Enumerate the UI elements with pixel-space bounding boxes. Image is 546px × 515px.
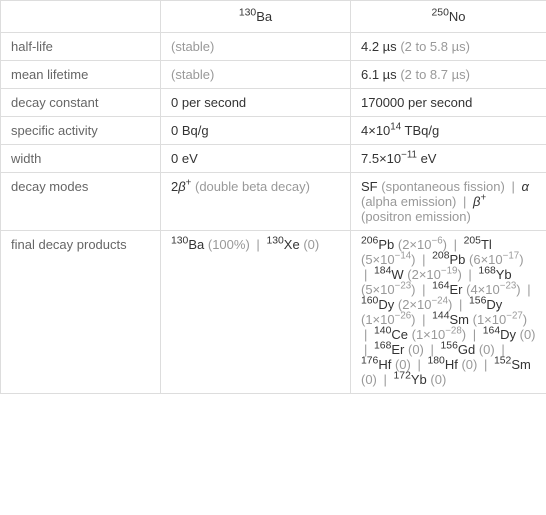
separator: | bbox=[484, 357, 487, 372]
label-mean-lifetime: mean lifetime bbox=[1, 61, 161, 89]
isotope: 156Gd bbox=[441, 342, 476, 357]
decay-modes-ba: 2β+ (double beta decay) bbox=[161, 173, 351, 231]
isotope-fraction: (0) bbox=[361, 372, 377, 387]
isotope: 160Dy bbox=[361, 297, 394, 312]
isotope-fraction: (6×10−17) bbox=[469, 252, 524, 267]
row-final-decay-products: final decay products 130Ba (100%) | 130X… bbox=[1, 231, 546, 394]
specific-activity-ba: 0 Bq/g bbox=[161, 117, 351, 145]
row-specific-activity: specific activity 0 Bq/g 4×1014 TBq/g bbox=[1, 117, 546, 145]
isotope-fraction: (0) bbox=[461, 357, 477, 372]
label-final-decay-products: final decay products bbox=[1, 231, 161, 394]
mean-lifetime-ba: (stable) bbox=[161, 61, 351, 89]
isotope: 152Sm bbox=[494, 357, 531, 372]
isotope: 172Yb bbox=[394, 372, 427, 387]
label-half-life: half-life bbox=[1, 33, 161, 61]
isotope-fraction: (0) bbox=[479, 342, 495, 357]
header-empty bbox=[1, 1, 161, 33]
decay-modes-no: SF (spontaneous fission) | α (alpha emis… bbox=[351, 173, 546, 231]
separator: | bbox=[459, 297, 462, 312]
width-no: 7.5×10−11 eV bbox=[351, 145, 546, 173]
isotope-properties-table: 130Ba 250No half-life (stable) 4.2 µs (2… bbox=[0, 0, 546, 394]
isotope-fraction: (0) bbox=[520, 327, 536, 342]
mean-lifetime-no: 6.1 µs (2 to 8.7 µs) bbox=[351, 61, 546, 89]
isotope-fraction: (1×10−28) bbox=[412, 327, 467, 342]
final-decay-products-no: 206Pb (2×10−6) | 205Tl (5×10−14) | 208Pb… bbox=[351, 231, 546, 394]
half-life-ba: (stable) bbox=[161, 33, 351, 61]
label-decay-constant: decay constant bbox=[1, 89, 161, 117]
label-specific-activity: specific activity bbox=[1, 117, 161, 145]
isotope: 205Tl bbox=[464, 237, 492, 252]
decay-constant-no: 170000 per second bbox=[351, 89, 546, 117]
separator: | bbox=[422, 282, 425, 297]
no-symbol: No bbox=[449, 9, 466, 24]
row-width: width 0 eV 7.5×10−11 eV bbox=[1, 145, 546, 173]
separator: | bbox=[454, 237, 457, 252]
isotope: 164Dy bbox=[483, 327, 516, 342]
isotope: 206Pb bbox=[361, 237, 394, 252]
isotope-fraction: (0) bbox=[408, 342, 424, 357]
header-no: 250No bbox=[351, 1, 546, 33]
isotope: 180Hf bbox=[428, 357, 458, 372]
header-row: 130Ba 250No bbox=[1, 1, 546, 33]
separator: | bbox=[417, 357, 420, 372]
row-decay-modes: decay modes 2β+ (double beta decay) SF (… bbox=[1, 173, 546, 231]
ba-symbol: Ba bbox=[256, 9, 272, 24]
row-mean-lifetime: mean lifetime (stable) 6.1 µs (2 to 8.7 … bbox=[1, 61, 546, 89]
separator: | bbox=[473, 327, 476, 342]
no-mass: 250 bbox=[432, 8, 449, 19]
final-decay-products-ba: 130Ba (100%) | 130Xe (0) bbox=[161, 231, 351, 394]
separator: | bbox=[468, 267, 471, 282]
separator: | bbox=[364, 327, 367, 342]
decay-constant-ba: 0 per second bbox=[161, 89, 351, 117]
label-width: width bbox=[1, 145, 161, 173]
separator: | bbox=[422, 312, 425, 327]
row-decay-constant: decay constant 0 per second 170000 per s… bbox=[1, 89, 546, 117]
half-life-no: 4.2 µs (2 to 5.8 µs) bbox=[351, 33, 546, 61]
isotope: 156Dy bbox=[469, 297, 502, 312]
isotope-fraction: (0) bbox=[430, 372, 446, 387]
width-ba: 0 eV bbox=[161, 145, 351, 173]
specific-activity-no: 4×1014 TBq/g bbox=[351, 117, 546, 145]
label-decay-modes: decay modes bbox=[1, 173, 161, 231]
separator: | bbox=[527, 282, 530, 297]
isotope: 176Hf bbox=[361, 357, 391, 372]
ba-mass: 130 bbox=[239, 8, 256, 19]
separator: | bbox=[384, 372, 387, 387]
row-half-life: half-life (stable) 4.2 µs (2 to 5.8 µs) bbox=[1, 33, 546, 61]
isotope: 168Er bbox=[374, 342, 404, 357]
separator: | bbox=[364, 267, 367, 282]
header-ba: 130Ba bbox=[161, 1, 351, 33]
separator: | bbox=[422, 252, 425, 267]
